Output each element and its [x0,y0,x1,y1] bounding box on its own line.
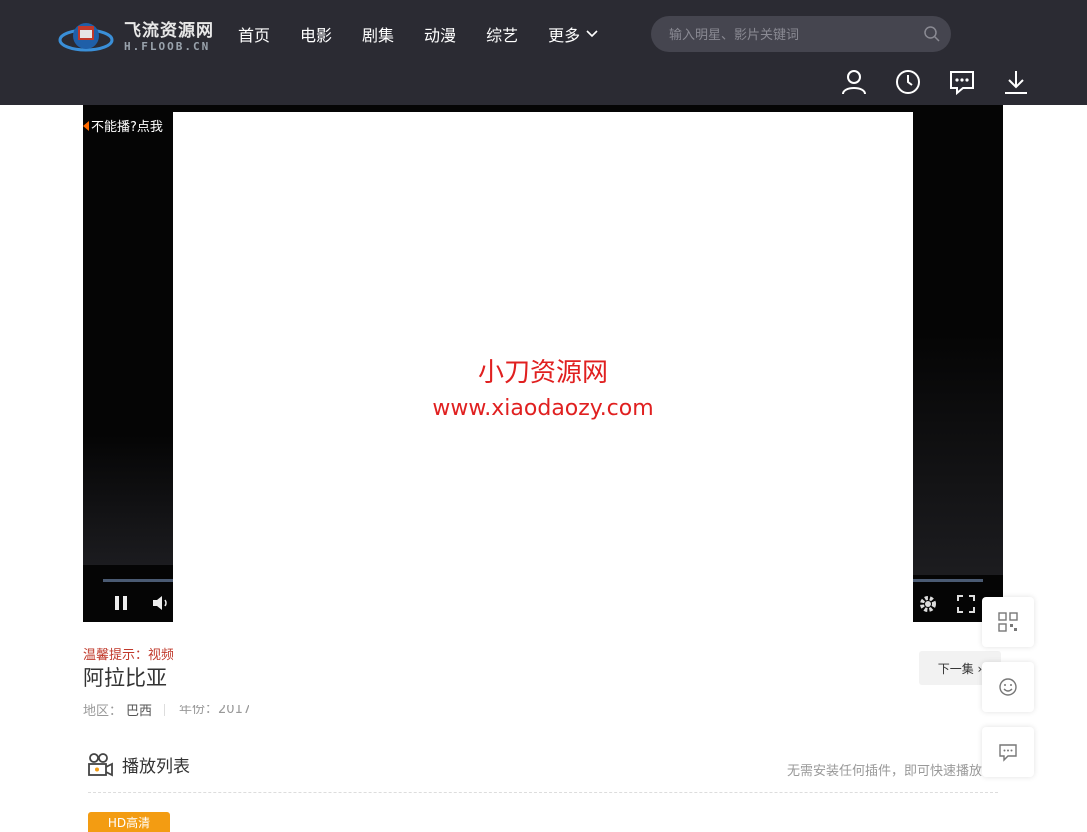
year-value: 年份：2017 [179,705,250,714]
video-frame-left [83,435,173,565]
meta-divider [164,703,166,716]
site-header: 飞流资源网 H.FLOOB.CN 首页 电影 剧集 动漫 综艺 更多 [0,0,1087,105]
ad-overlay[interactable]: 小刀资源网 www.xiaodaozy.com [173,112,913,622]
region-value: 巴西 [126,704,153,719]
pause-icon[interactable] [111,593,131,613]
nav-anime[interactable]: 动漫 [424,22,456,46]
settings-icon[interactable] [917,593,939,615]
fullscreen-icon[interactable] [955,593,977,615]
nav-more[interactable]: 更多 [548,22,598,46]
ad-title: 小刀资源网 [477,358,608,388]
user-icon[interactable] [840,68,868,96]
cant-play-link[interactable]: 不能播?点我 [83,116,163,135]
arrow-left-icon [83,120,89,131]
playlist-header: 播放列表 [88,752,190,777]
region-label: 地区： [83,704,123,719]
nav-variety[interactable]: 综艺 [486,22,518,46]
logo-domain: H.FLOOB.CN [124,40,211,53]
float-feedback-button[interactable] [982,662,1034,712]
playlist-hint: 无需安装任何插件，即可快速播放 [787,764,982,779]
nav-series[interactable]: 剧集 [362,22,394,46]
nav-home[interactable]: 首页 [238,22,270,46]
chevron-down-icon [586,30,598,38]
search-box [651,16,951,54]
search-input[interactable] [667,16,911,54]
logo-icon [58,23,114,52]
message-icon[interactable] [948,68,976,96]
header-icons [840,68,1056,96]
search-icon[interactable] [923,25,941,43]
download-icon[interactable] [1002,68,1030,96]
volume-icon[interactable] [151,593,171,613]
playlist-label: 播放列表 [122,757,190,777]
cant-play-label: 不能播?点我 [91,120,163,135]
camera-icon [88,752,113,776]
history-icon[interactable] [894,68,922,96]
source-tab-hd[interactable]: HD高清 [88,812,170,832]
chat-icon [999,744,1017,762]
float-qrcode-button[interactable] [982,597,1034,647]
nav-more-label: 更多 [548,26,581,45]
float-chat-button[interactable] [982,727,1034,777]
video-frame-right [913,335,1003,575]
warm-tip: 温馨提示：视频 [83,648,173,663]
main-nav: 首页 电影 剧集 动漫 综艺 更多 [238,22,628,46]
logo-title: 飞流资源网 [124,21,214,41]
video-title: 阿拉比亚 [83,666,167,690]
nav-movies[interactable]: 电影 [300,22,332,46]
ad-url: www.xiaodaozy.com [432,396,654,421]
video-meta: 地区： 巴西 年份：2017 [83,700,249,719]
playlist-divider [88,792,998,794]
site-logo[interactable]: 飞流资源网 H.FLOOB.CN [58,14,218,58]
qrcode-icon [998,612,1018,632]
smile-icon [999,678,1017,696]
